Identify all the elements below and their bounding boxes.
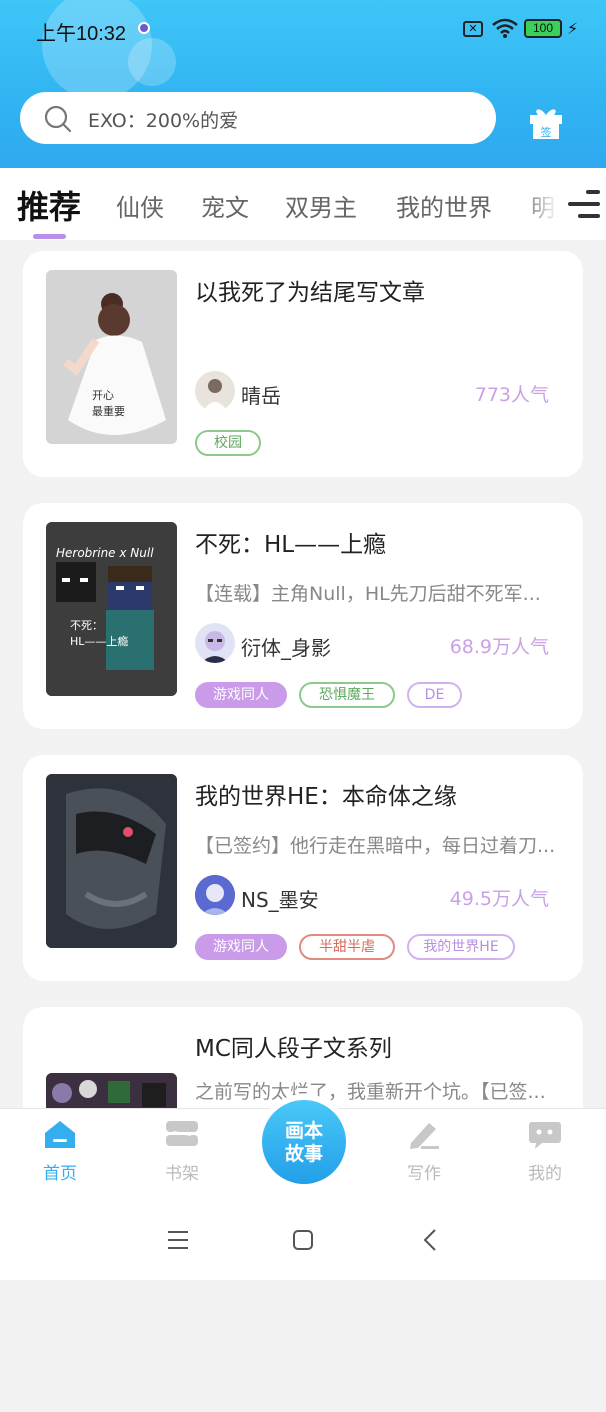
create-button-line1: 画本 xyxy=(284,1120,323,1142)
story-tag[interactable]: 校园 xyxy=(195,430,261,456)
story-card[interactable]: 开心 最重要 以我死了为结尾写文章 晴岳 773人气 校园 xyxy=(23,251,583,477)
status-bar: 上午10:32 ✕ 100 ⚡ xyxy=(0,0,606,58)
story-tag[interactable]: 游戏同人 xyxy=(195,682,287,708)
story-card[interactable]: 我的世界HE：本命体之缘 【已签约】他行走在黑暗中，每日过着刀... NS_墨安… xyxy=(23,755,583,981)
nav-bookshelf[interactable]: 书架 xyxy=(142,1119,222,1184)
nav-home[interactable]: 首页 xyxy=(20,1119,100,1184)
menu-icon[interactable] xyxy=(166,1229,190,1251)
story-tag[interactable]: 半甜半虐 xyxy=(299,934,395,960)
cover-illustration-dark xyxy=(46,774,177,948)
story-cover xyxy=(46,1372,177,1412)
story-cover: Herobrine x Null 不死： HL——上瘾 xyxy=(46,522,177,696)
story-card[interactable]: Herobrine x Null 不死： HL——上瘾 不死：HL——上瘾 【连… xyxy=(23,503,583,729)
story-tag[interactable]: 恐惧魔王 xyxy=(299,682,395,708)
nav-label: 我的 xyxy=(528,1164,562,1184)
nav-profile[interactable]: 我的 xyxy=(505,1119,585,1184)
category-tabs: 推荐 仙侠 宠文 双男主 我的世界 明星 xyxy=(0,168,606,240)
home-icon xyxy=(45,1121,75,1148)
popularity-count: 68.9万人气 xyxy=(449,636,549,658)
category-menu-icon[interactable] xyxy=(568,190,600,226)
tab-xianxia[interactable]: 仙侠 xyxy=(116,188,164,223)
story-title: 我的世界HE：本命体之缘 xyxy=(195,784,457,810)
create-story-button[interactable]: 画本 故事 xyxy=(262,1100,346,1184)
pen-icon xyxy=(410,1123,439,1149)
author-avatar[interactable] xyxy=(195,623,235,663)
author-avatar[interactable] xyxy=(195,875,235,915)
gift-label: 签 xyxy=(541,125,552,139)
story-tag[interactable]: 我的世界HE xyxy=(407,934,515,960)
active-tab-indicator xyxy=(33,234,66,239)
search-bar[interactable]: EXO：200%的爱 xyxy=(20,92,496,144)
nav-label: 写作 xyxy=(407,1164,441,1184)
author-avatar[interactable] xyxy=(195,371,235,411)
tab-minecraft[interactable]: 我的世界 xyxy=(396,188,492,223)
profile-chat-icon xyxy=(529,1122,561,1149)
tab-bl[interactable]: 双男主 xyxy=(285,188,357,223)
bookshelf-icon xyxy=(166,1121,198,1146)
story-cover: 开心 最重要 xyxy=(46,270,177,444)
search-icon xyxy=(44,105,72,133)
tab-recommend[interactable]: 推荐 xyxy=(17,182,81,228)
status-time: 上午10:32 xyxy=(36,23,127,45)
story-title: 不死：HL——上瘾 xyxy=(195,532,387,558)
system-navigation-bar xyxy=(0,1200,606,1280)
story-description: 【已签约】他行走在黑暗中，每日过着刀... xyxy=(195,835,556,857)
story-title: MC同人段子文系列 xyxy=(195,1036,392,1062)
story-description: 【连载】主角Null，HL先刀后甜不死军... xyxy=(195,583,541,605)
search-placeholder: EXO：200%的爱 xyxy=(88,110,239,132)
story-cover xyxy=(46,1073,177,1113)
story-tag[interactable]: DE xyxy=(407,682,462,708)
gift-sign-in-icon[interactable]: 签 xyxy=(527,104,565,140)
create-button-line2: 故事 xyxy=(284,1143,323,1165)
cover-title-text: Herobrine x Null xyxy=(56,546,154,560)
wifi-icon xyxy=(492,18,518,38)
back-icon[interactable] xyxy=(422,1228,438,1252)
author-name[interactable]: NS_墨安 xyxy=(241,884,319,913)
battery-icon: 100 xyxy=(524,19,562,38)
notification-dot-icon xyxy=(138,22,150,34)
cover-subtitle-text: 不死： HL——上瘾 xyxy=(70,619,129,648)
author-name[interactable]: 晴岳 xyxy=(241,380,281,409)
story-cover xyxy=(46,774,177,948)
nav-label: 书架 xyxy=(165,1164,199,1184)
x-sim-icon: ✕ xyxy=(463,21,483,37)
author-name[interactable]: 衍体_身影 xyxy=(241,632,331,661)
charging-icon: ⚡ xyxy=(567,19,579,38)
story-title: 以我死了为结尾写文章 xyxy=(195,280,425,306)
home-square-icon[interactable] xyxy=(292,1229,314,1251)
nav-label: 首页 xyxy=(43,1164,77,1184)
popularity-count: 773人气 xyxy=(474,384,549,406)
nav-write[interactable]: 写作 xyxy=(384,1119,464,1184)
tab-chongwen[interactable]: 宠文 xyxy=(201,188,249,223)
story-description: 之前写的太烂了，我重新开个坑。【已签... xyxy=(195,1081,546,1103)
top-header: 上午10:32 ✕ 100 ⚡ EXO：200%的爱 签 xyxy=(0,0,606,168)
popularity-count: 49.5万人气 xyxy=(449,888,549,910)
story-tag[interactable]: 游戏同人 xyxy=(195,934,287,960)
cover-text: 开心 最重要 xyxy=(92,389,125,418)
